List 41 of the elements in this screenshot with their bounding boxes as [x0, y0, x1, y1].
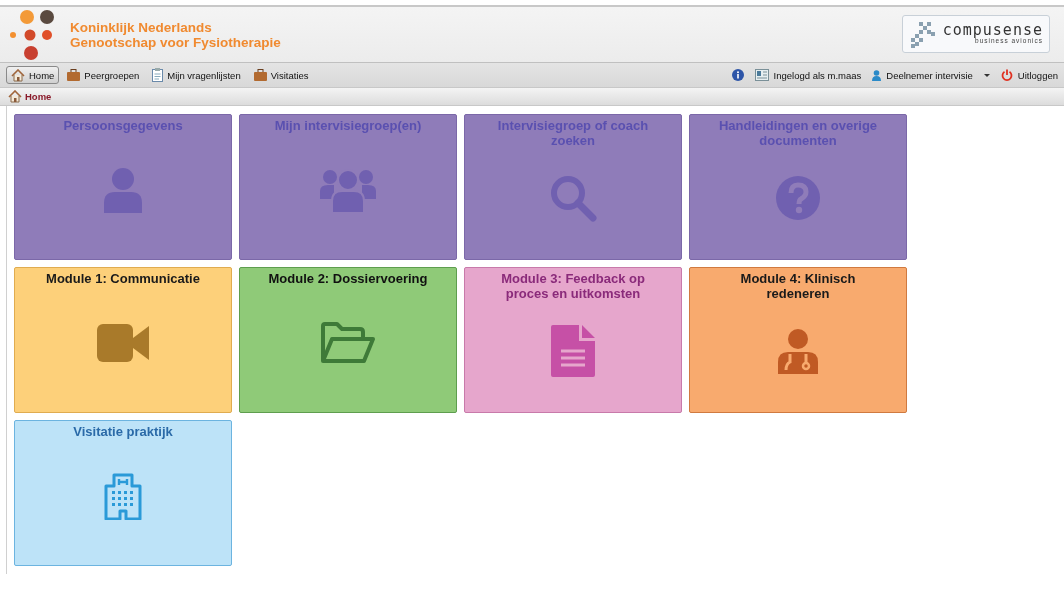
- tile-title: Visitatie praktijk: [73, 424, 173, 439]
- tile-title: Module 4: Klinisch redeneren: [739, 271, 857, 301]
- module-tile[interactable]: Visitatie praktijk: [14, 420, 232, 566]
- info-icon[interactable]: [731, 69, 744, 81]
- tile-title: Module 2: Dossiervoering: [268, 271, 428, 286]
- video-camera-icon: [97, 324, 149, 362]
- search-icon: [549, 173, 597, 222]
- tile-title: Module 3: Feedback op proces en uitkomsten: [500, 271, 646, 301]
- person-icon: [872, 69, 882, 81]
- logged-in-text: Ingelogd als m.maas: [773, 69, 862, 81]
- group-icon: [320, 167, 376, 213]
- dots-logo-icon: [10, 9, 56, 60]
- person-icon: [102, 167, 144, 213]
- role-dropdown[interactable]: Deelnemer intervisie: [886, 69, 973, 81]
- module-tile[interactable]: Module 4: Klinisch redeneren: [689, 267, 907, 413]
- module-tile[interactable]: Module 2: Dossiervoering: [239, 267, 457, 413]
- module-tile[interactable]: Module 3: Feedback op proces en uitkomsten: [464, 267, 682, 413]
- breadcrumb-link[interactable]: Home: [25, 91, 52, 102]
- house-icon: [8, 90, 22, 103]
- logout-link[interactable]: Uitloggen: [1017, 69, 1058, 81]
- id-card-icon: [754, 69, 769, 81]
- clipboard-icon: [152, 68, 164, 82]
- tile-title: Module 1: Communicatie: [46, 271, 200, 286]
- briefcase-icon: [253, 69, 267, 81]
- caret-icon[interactable]: [983, 73, 990, 77]
- folder-icon: [320, 321, 376, 365]
- help-icon: [776, 175, 820, 220]
- document-icon: [551, 324, 595, 377]
- menu-item[interactable]: Peergroepen: [62, 66, 145, 84]
- menu-item[interactable]: Home: [6, 66, 60, 84]
- briefcase-icon: [67, 69, 81, 81]
- partner-name: compusense: [942, 23, 1043, 37]
- organization-name: Koninklijk Nederlands: [70, 19, 213, 35]
- power-icon: [1000, 69, 1013, 81]
- module-tile[interactable]: Module 1: Communicatie: [14, 267, 232, 413]
- doctor-icon: [778, 327, 818, 374]
- hospital-icon: [103, 472, 143, 520]
- organization-name: Genootschap voor Fysiotherapie: [70, 34, 282, 50]
- menu-item[interactable]: Visitaties: [248, 66, 314, 84]
- house-icon: [11, 68, 25, 82]
- menu-item[interactable]: Mijn vragenlijsten: [147, 66, 246, 84]
